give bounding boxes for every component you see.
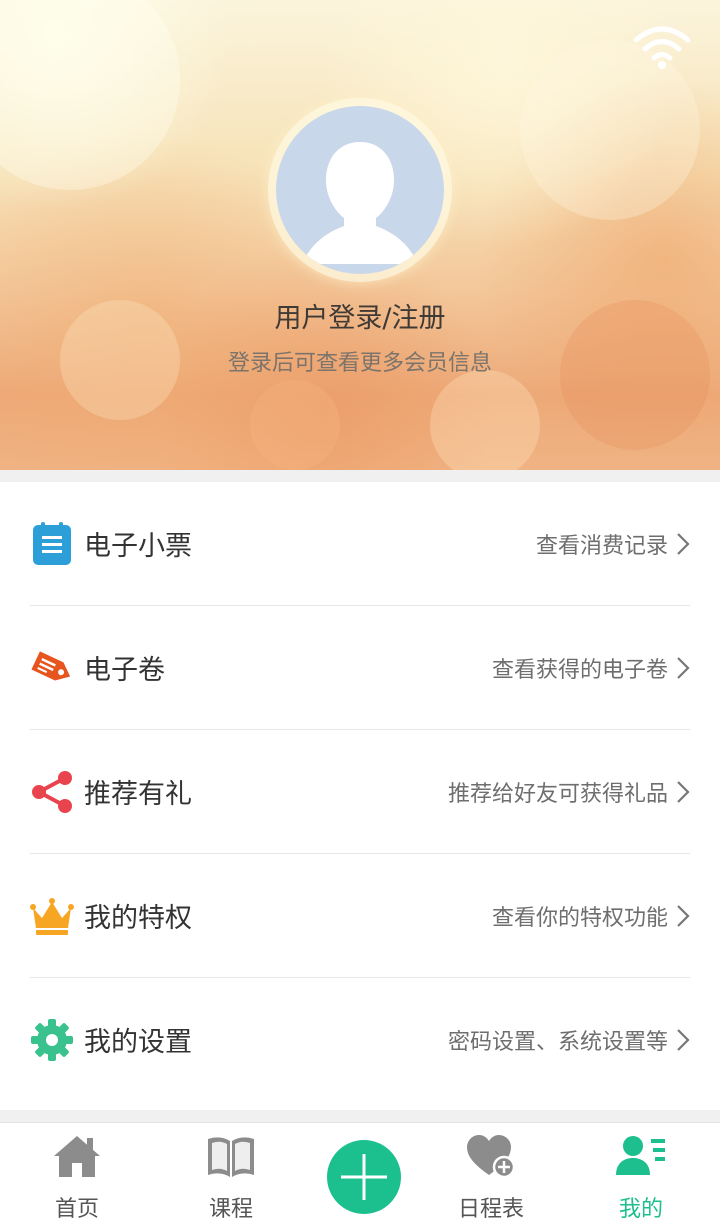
tab-label: 首页 — [54, 1197, 99, 1222]
menu-item-label: 我的特权 — [84, 903, 192, 934]
bokeh-light — [0, 0, 180, 190]
default-user-icon — [302, 142, 418, 264]
profile-screen: 用户登录/注册 登录后可查看更多会员信息 电子小票 查看消费记录 电子卷 查看获… — [0, 0, 720, 1230]
login-register-link[interactable]: 用户登录/注册 — [0, 296, 720, 335]
menu-item-label: 电子小票 — [84, 531, 192, 562]
chevron-right-icon — [677, 1029, 690, 1051]
gear-icon — [31, 1019, 73, 1061]
tag-icon — [31, 651, 71, 681]
home-icon — [54, 1136, 100, 1177]
tab-courses[interactable]: 课程 — [180, 1123, 282, 1230]
tab-schedule[interactable]: 日程表 — [440, 1123, 542, 1230]
crown-icon — [30, 898, 74, 935]
menu-item-coupon[interactable]: 电子卷 查看获得的电子卷 — [0, 606, 720, 730]
bokeh-light — [430, 370, 540, 470]
menu-item-settings[interactable]: 我的设置 密码设置、系统设置等 — [0, 978, 720, 1102]
tab-label: 我的 — [618, 1197, 663, 1222]
menu-item-referral[interactable]: 推荐有礼 推荐给好友可获得礼品 — [0, 730, 720, 854]
chevron-right-icon — [677, 657, 690, 679]
heart-add-icon — [467, 1135, 516, 1179]
bokeh-light — [250, 380, 340, 470]
menu-item-label: 推荐有礼 — [84, 779, 192, 810]
share-icon — [32, 771, 72, 813]
wifi-icon[interactable] — [632, 24, 692, 70]
login-hint: 登录后可查看更多会员信息 — [227, 351, 492, 376]
bottom-tab-bar: 首页 课程 日程表 我的 — [0, 1122, 720, 1230]
menu-item-description: 密码设置、系统设置等 — [447, 1030, 668, 1055]
tab-mine[interactable]: 我的 — [590, 1123, 692, 1230]
add-button[interactable] — [327, 1140, 401, 1214]
chevron-right-icon — [677, 905, 690, 927]
tab-home[interactable]: 首页 — [26, 1123, 128, 1230]
profile-icon — [616, 1136, 665, 1175]
menu-item-receipt[interactable]: 电子小票 查看消费记录 — [0, 482, 720, 606]
avatar[interactable] — [276, 106, 444, 274]
profile-header: 用户登录/注册 登录后可查看更多会员信息 — [0, 0, 720, 470]
chevron-right-icon — [677, 781, 690, 803]
menu-list: 电子小票 查看消费记录 电子卷 查看获得的电子卷 推荐有礼 推荐给好友可获得礼品… — [0, 482, 720, 1110]
menu-item-label: 我的设置 — [84, 1027, 192, 1058]
menu-item-description: 查看你的特权功能 — [491, 906, 668, 931]
book-icon — [208, 1137, 254, 1177]
chevron-right-icon — [677, 533, 690, 555]
menu-item-description: 查看获得的电子卷 — [491, 658, 668, 683]
menu-item-privileges[interactable]: 我的特权 查看你的特权功能 — [0, 854, 720, 978]
plus-icon — [341, 1154, 387, 1200]
menu-item-label: 电子卷 — [84, 655, 165, 686]
menu-item-description: 查看消费记录 — [535, 534, 668, 559]
menu-item-description: 推荐给好友可获得礼品 — [447, 782, 668, 807]
receipt-icon — [33, 522, 71, 565]
tab-label: 课程 — [208, 1197, 253, 1222]
tab-label: 日程表 — [457, 1197, 524, 1222]
